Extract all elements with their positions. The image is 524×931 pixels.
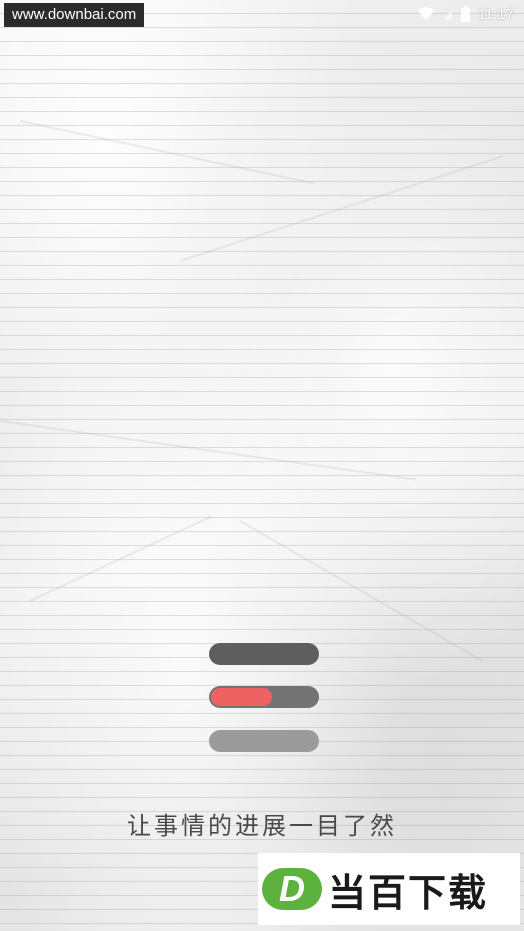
brand-name: 当百下载 — [328, 870, 489, 915]
paper-crease — [239, 520, 483, 662]
illustration-bar-bottom — [209, 730, 319, 752]
status-icons: 11:17 — [417, 4, 514, 24]
clock: 11:17 — [477, 5, 514, 23]
paper-background — [0, 0, 524, 931]
watermark-url: www.downbai.com — [4, 3, 145, 27]
signal-icon — [443, 7, 453, 21]
status-bar: www.downbai.com 11:17 — [0, 0, 524, 28]
tagline: 让事情的进展一目了然 — [127, 812, 397, 840]
paper-crease — [179, 154, 504, 262]
brand-watermark: D 当百下载 — [258, 853, 520, 925]
battery-icon — [460, 6, 470, 22]
illustration-bar-progress — [209, 686, 319, 708]
illustration-bar-top — [209, 643, 319, 665]
paper-crease — [29, 515, 212, 602]
paper-crease — [0, 420, 417, 481]
brand-logo: D — [262, 868, 322, 910]
illustration-bar-fill — [211, 688, 272, 706]
paper-crease — [19, 120, 314, 185]
wifi-icon — [417, 7, 435, 21]
